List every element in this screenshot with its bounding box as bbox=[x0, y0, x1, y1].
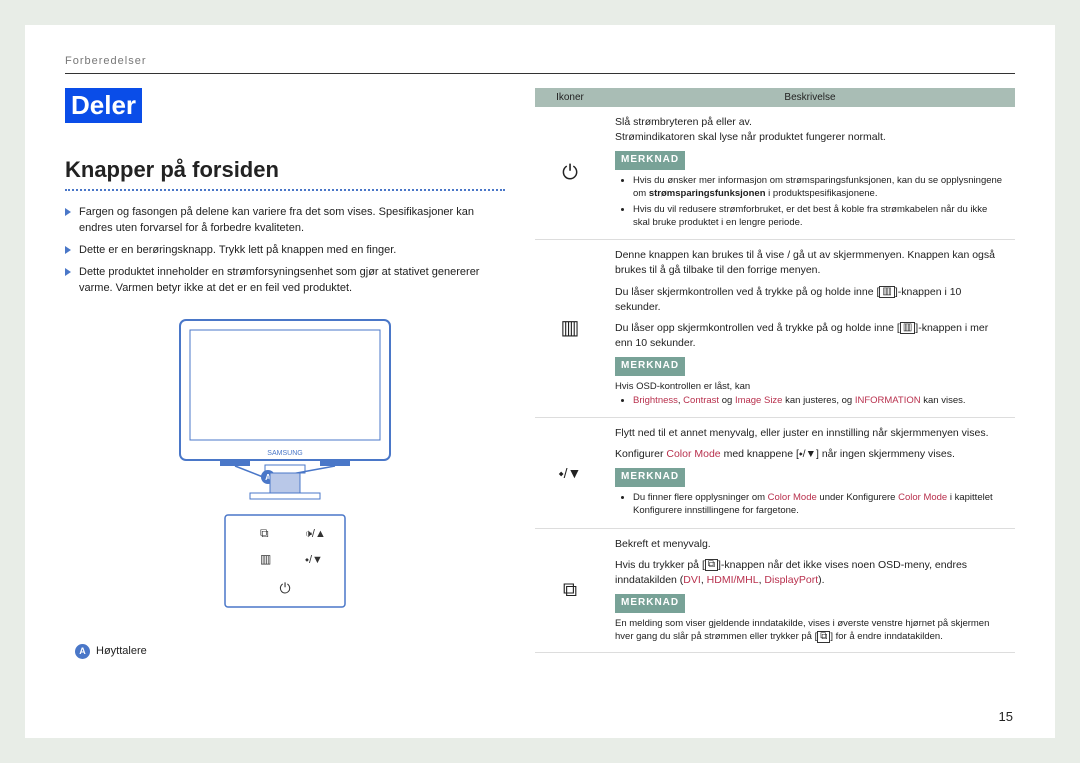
note-item: Hvis du vil redusere strømforbruket, er … bbox=[633, 203, 1005, 230]
legend-text: Høyttalere bbox=[96, 645, 147, 657]
source-icon: ⧉ bbox=[535, 528, 605, 653]
t: Brightness bbox=[633, 395, 678, 406]
note-item: Du finner flere opplysninger om Color Mo… bbox=[633, 491, 1005, 518]
menu-glyph: ▥ bbox=[879, 286, 894, 298]
product-diagram: SAMSUNG A ⧉ 🕩/▲ ▥ bbox=[65, 315, 505, 659]
note-label: MERKNAD bbox=[615, 151, 685, 170]
svg-text:⏻: ⏻ bbox=[279, 580, 290, 596]
t: kan vises. bbox=[921, 395, 966, 406]
nav-glyph: ⬩/▼ bbox=[799, 448, 816, 460]
text: Slå strømbryteren på eller av. bbox=[615, 115, 1005, 130]
subsection-title: Knapper på forsiden bbox=[65, 157, 505, 191]
text: Bekreft et menyvalg. bbox=[615, 537, 1005, 552]
t: Konfigurer bbox=[615, 448, 666, 460]
t: Du låser opp skjermkontrollen ved å tryk… bbox=[615, 322, 900, 334]
t: Du finner flere opplysninger om bbox=[633, 492, 768, 503]
t: Color Mode bbox=[768, 492, 817, 503]
t: Hvis du trykker på [ bbox=[615, 559, 705, 571]
note-list: Du finner flere opplysninger om Color Mo… bbox=[615, 491, 1005, 518]
main-columns: Deler Knapper på forsiden Fargen og faso… bbox=[65, 88, 1015, 659]
note-small: Hvis OSD-kontrollen er låst, kan bbox=[615, 380, 1005, 394]
row-nav-desc: Flytt ned til et annet menyvalg, eller j… bbox=[605, 418, 1015, 529]
t: INFORMATION bbox=[855, 395, 921, 406]
t: Du låser skjermkontrollen ved å trykke p… bbox=[615, 286, 879, 298]
monitor-illustration: SAMSUNG A ⧉ 🕩/▲ ▥ bbox=[155, 315, 415, 625]
row-power-desc: Slå strømbryteren på eller av. Strømindi… bbox=[605, 107, 1015, 240]
th-desc: Beskrivelse bbox=[605, 88, 1015, 107]
th-icons: Ikoner bbox=[535, 88, 605, 107]
row-menu-desc: Denne knappen kan brukes til å vise / gå… bbox=[605, 240, 1015, 418]
t: kan justeres, og bbox=[782, 395, 854, 406]
intro-bullets: Fargen og fasongen på delene kan variere… bbox=[65, 205, 505, 297]
text: Strømindikatoren skal lyse når produktet… bbox=[615, 130, 1005, 145]
nav-icon: ⬩/▼ bbox=[535, 418, 605, 529]
note-small: En melding som viser gjeldende inndataki… bbox=[615, 617, 1005, 645]
intro-bullet: Dette produktet inneholder en strømforsy… bbox=[65, 265, 505, 297]
text: Du låser opp skjermkontrollen ved å tryk… bbox=[615, 321, 1005, 351]
intro-bullet: Dette er en berøringsknapp. Trykk lett p… bbox=[65, 243, 505, 259]
row-menu: ▥ Denne knappen kan brukes til å vise / … bbox=[535, 240, 1015, 418]
t: under Konfigurere bbox=[817, 492, 898, 503]
text: Du låser skjermkontrollen ved å trykke p… bbox=[615, 285, 1005, 315]
svg-text:SAMSUNG: SAMSUNG bbox=[267, 450, 302, 457]
t: Contrast bbox=[683, 395, 719, 406]
t: Color Mode bbox=[666, 448, 720, 460]
text: Flytt ned til et annet menyvalg, eller j… bbox=[615, 426, 1005, 441]
page: Forberedelser Deler Knapper på forsiden … bbox=[25, 25, 1055, 738]
legend-marker: A bbox=[75, 644, 90, 659]
t: Image Size bbox=[735, 395, 783, 406]
t: Color Mode bbox=[898, 492, 947, 503]
t: med knappene [ bbox=[721, 448, 799, 460]
note-label: MERKNAD bbox=[615, 468, 685, 487]
row-source-desc: Bekreft et menyvalg. Hvis du trykker på … bbox=[605, 528, 1015, 653]
row-source: ⧉ Bekreft et menyvalg. Hvis du trykker p… bbox=[535, 528, 1015, 653]
breadcrumb-header: Forberedelser bbox=[65, 55, 1015, 74]
left-column: Deler Knapper på forsiden Fargen og faso… bbox=[65, 88, 505, 659]
text: Hvis du trykker på [⧉]-knappen når det i… bbox=[615, 558, 1005, 588]
t: i produktspesifikasjonene. bbox=[766, 188, 878, 199]
note-label: MERKNAD bbox=[615, 594, 685, 613]
t: ] når ingen skjermmeny vises. bbox=[816, 448, 955, 460]
note-item: Hvis du ønsker mer informasjon om strøms… bbox=[633, 174, 1005, 201]
row-nav: ⬩/▼ Flytt ned til et annet menyvalg, ell… bbox=[535, 418, 1015, 529]
power-icon: ⏻ bbox=[535, 107, 605, 240]
svg-text:⧉: ⧉ bbox=[260, 526, 269, 540]
note-list: Hvis du ønsker mer informasjon om strøms… bbox=[615, 174, 1005, 229]
right-column: Ikoner Beskrivelse ⏻ Slå strømbryteren p… bbox=[535, 88, 1015, 659]
t: DisplayPort bbox=[764, 574, 818, 586]
menu-glyph: ▥ bbox=[900, 322, 915, 334]
t: strømsparingsfunksjonen bbox=[649, 188, 766, 199]
legend-row: A Høyttalere bbox=[75, 644, 505, 659]
t: DVI bbox=[683, 574, 701, 586]
source-glyph: ⧉ bbox=[817, 631, 830, 643]
page-number: 15 bbox=[999, 709, 1013, 724]
t: HDMI/MHL bbox=[707, 574, 759, 586]
icon-description-table: Ikoner Beskrivelse ⏻ Slå strømbryteren p… bbox=[535, 88, 1015, 653]
t: og bbox=[719, 395, 735, 406]
menu-icon: ▥ bbox=[535, 240, 605, 418]
text: Konfigurer Color Mode med knappene [⬩/▼]… bbox=[615, 447, 1005, 462]
svg-text:▥: ▥ bbox=[260, 552, 271, 566]
intro-bullet: Fargen og fasongen på delene kan variere… bbox=[65, 205, 505, 237]
svg-text:⬩/▼: ⬩/▼ bbox=[305, 554, 323, 566]
svg-text:🕩/▲: 🕩/▲ bbox=[305, 528, 326, 540]
note-list: Brightness, Contrast og Image Size kan j… bbox=[615, 394, 1005, 407]
row-power: ⏻ Slå strømbryteren på eller av. Strømin… bbox=[535, 107, 1015, 240]
source-glyph: ⧉ bbox=[705, 559, 718, 571]
note-item: Brightness, Contrast og Image Size kan j… bbox=[633, 394, 1005, 407]
text: Denne knappen kan brukes til å vise / gå… bbox=[615, 248, 1005, 278]
t: ). bbox=[818, 574, 824, 586]
t: ] for å endre inndatakilden. bbox=[830, 631, 943, 642]
note-label: MERKNAD bbox=[615, 357, 685, 376]
section-badge: Deler bbox=[65, 88, 142, 123]
